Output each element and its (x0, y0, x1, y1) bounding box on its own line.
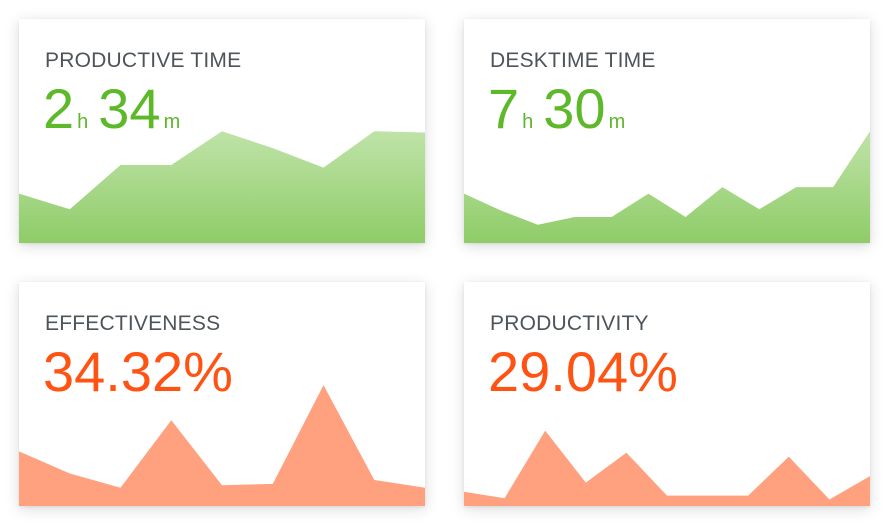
effectiveness-data-point-3 (169, 418, 173, 422)
productivity-card[interactable]: PRODUCTIVITY 29.04% (464, 282, 870, 506)
desktime-time-data-point-1 (499, 209, 503, 213)
productive-time-data-point-1 (68, 207, 72, 211)
productivity-title: PRODUCTIVITY (490, 312, 649, 335)
productivity-data-point-2 (543, 429, 547, 433)
effectiveness-data-point-4 (220, 483, 224, 487)
effectiveness-card[interactable]: EFFECTIVENESS 34.32% (19, 282, 425, 506)
desktime-time-data-point-8 (757, 207, 761, 211)
desktime-time-data-point-3 (573, 215, 577, 219)
productivity-area-chart (464, 429, 870, 506)
productivity-data-point-4 (624, 451, 628, 455)
effectiveness-area-chart (19, 383, 425, 506)
productive-time-data-point-4 (220, 129, 224, 133)
desktime-time-data-point-10 (831, 185, 835, 189)
desktime-time-data-point-5 (647, 192, 651, 196)
effectiveness-data-point-6 (322, 383, 326, 387)
productive-time-data-point-6 (322, 166, 326, 170)
productivity-data-point-5 (665, 494, 669, 498)
productivity-data-point-6 (706, 494, 710, 498)
effectiveness-area-series (19, 385, 425, 506)
effectiveness-data-point-5 (271, 482, 275, 486)
productive-time-data-point-3 (169, 163, 173, 167)
desktime-time-card[interactable]: DESKTIME TIME 7 h 30 m (464, 19, 870, 243)
productivity-data-point-7 (746, 494, 750, 498)
desktime-time-data-point-2 (536, 223, 540, 227)
productive-time-data-point-2 (119, 163, 123, 167)
productivity-data-point-1 (503, 496, 507, 500)
effectiveness-data-point-2 (119, 486, 123, 490)
effectiveness-title: EFFECTIVENESS (45, 312, 221, 335)
productivity-data-point-3 (584, 481, 588, 485)
effectiveness-data-point-1 (68, 472, 72, 476)
productive-time-area-chart (19, 129, 425, 243)
productive-time-card[interactable]: PRODUCTIVE TIME 2 h 34 m (19, 19, 425, 243)
productive-time-data-point-7 (372, 129, 376, 133)
productivity-data-point-9 (827, 498, 831, 502)
productive-time-title: PRODUCTIVE TIME (45, 49, 242, 72)
productive-time-area-series (19, 131, 425, 243)
productive-time-data-point-5 (271, 146, 275, 150)
desktime-time-data-point-7 (720, 185, 724, 189)
effectiveness-data-point-7 (372, 478, 376, 482)
desktime-time-data-point-9 (794, 185, 798, 189)
desktime-time-title: DESKTIME TIME (490, 49, 656, 72)
desktime-time-data-point-6 (684, 215, 688, 219)
desktime-time-area-series (464, 131, 870, 243)
desktime-time-area-chart (464, 129, 870, 243)
productivity-data-point-8 (787, 455, 791, 459)
desktime-time-data-point-4 (610, 215, 614, 219)
desktime-time-data-point-11 (868, 129, 870, 133)
